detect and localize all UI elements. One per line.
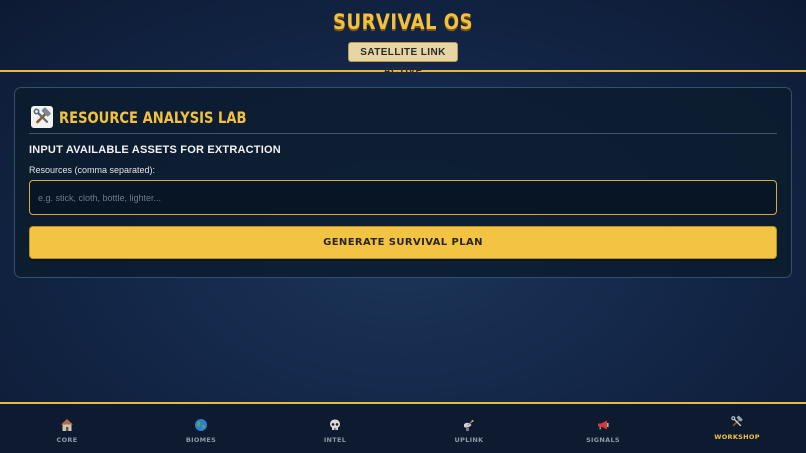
- nav-label: INTEL: [323, 436, 347, 444]
- hammer-wrench-icon: [31, 106, 53, 128]
- skull-icon: [328, 418, 342, 432]
- nav-label: SIGNALS: [586, 436, 620, 444]
- nav-label: BIOMES: [185, 436, 217, 444]
- nav-item-biomes[interactable]: BIOMES: [134, 404, 268, 453]
- nav-item-workshop[interactable]: WORKSHOP: [670, 404, 804, 453]
- satellite-dish-icon: [462, 418, 476, 432]
- nav-item-core[interactable]: CORE: [0, 404, 134, 453]
- nav-item-uplink[interactable]: UPLINK: [402, 404, 536, 453]
- status-badge: SATELLITE LINK ACTIVE: [348, 42, 458, 77]
- nav-label: CORE: [56, 436, 78, 444]
- app-header: SURVIVAL OS SATELLITE LINK ACTIVE: [0, 0, 806, 77]
- nav-label: UPLINK: [454, 436, 484, 444]
- megaphone-icon: [596, 418, 610, 432]
- resources-field-label: Resources (comma separated):: [29, 165, 156, 175]
- generate-survival-plan-button[interactable]: GENERATE SURVIVAL PLAN: [29, 226, 777, 259]
- resources-input[interactable]: [29, 180, 777, 215]
- app-title: SURVIVAL OS: [333, 10, 473, 34]
- nav-item-intel[interactable]: INTEL: [268, 404, 402, 453]
- house-icon: [60, 418, 74, 432]
- globe-icon: [194, 418, 208, 432]
- resource-analysis-panel: RESOURCE ANALYSIS LAB INPUT AVAILABLE AS…: [14, 87, 792, 278]
- hammer-wrench-icon: [730, 415, 744, 429]
- bottom-nav: CORE BIOMES INTEL UPLINK SIGNALS WORKSHO…: [0, 402, 806, 453]
- panel-header: RESOURCE ANALYSIS LAB: [29, 104, 777, 134]
- panel-title: RESOURCE ANALYSIS LAB: [59, 108, 247, 127]
- nav-label: WORKSHOP: [714, 433, 760, 441]
- nav-item-signals[interactable]: SIGNALS: [536, 404, 670, 453]
- section-heading: INPUT AVAILABLE ASSETS FOR EXTRACTION: [29, 144, 281, 156]
